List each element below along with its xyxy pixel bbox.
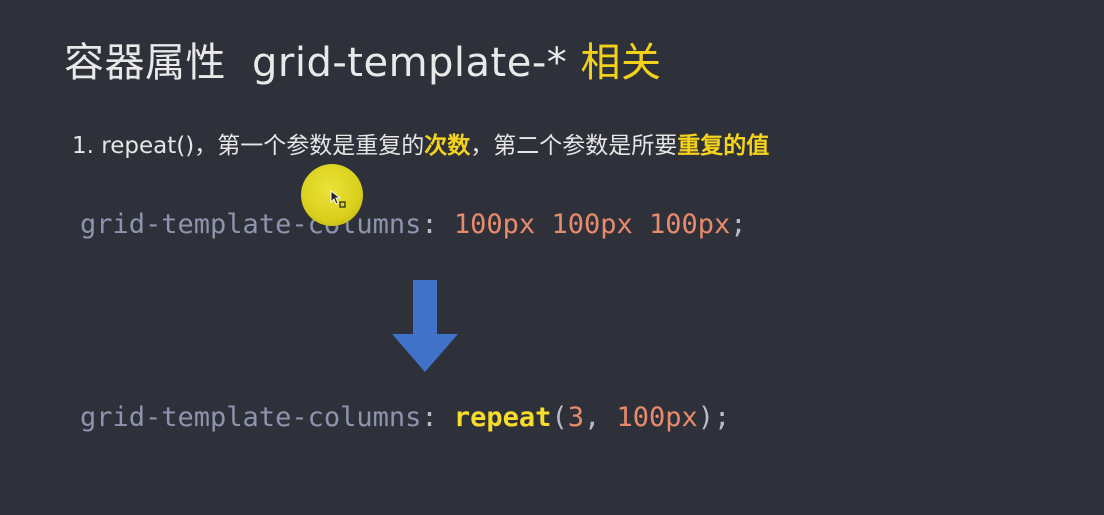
code-before-value-2: 100px [551, 209, 633, 240]
code-after-open-paren: ( [551, 402, 568, 433]
title-highlight: 相关 [580, 40, 662, 86]
slide: 容器属性 grid-template-* 相关 1. repeat()，第一个参数… [0, 0, 1104, 515]
arrow-down-icon [392, 280, 458, 372]
point-text-b: 第一个参数是重复的 [217, 133, 425, 159]
code-before-semicolon: ; [730, 209, 747, 240]
mouse-pointer-icon [330, 190, 346, 208]
bullet-point-1: 1. repeat()，第一个参数是重复的次数，第二个参数是所要重复的值 [72, 126, 769, 160]
code-after: grid-template-columns: repeat(3, 100px); [80, 402, 730, 433]
code-after-comma: , [583, 402, 617, 433]
code-before-colon: : [421, 209, 454, 240]
title-prefix: 容器属性 [64, 40, 226, 86]
point-strong-count: 次数 [424, 133, 471, 159]
point-text-c: ，第二个参数是所要 [470, 133, 678, 159]
point-text-a: repeat()， [93, 133, 218, 159]
slide-title: 容器属性 grid-template-* 相关 [64, 30, 662, 88]
code-before-value-3: 100px [648, 209, 731, 240]
code-after-count: 3 [567, 402, 584, 433]
title-code: grid-template-* [252, 40, 568, 86]
code-after-property: grid-template-columns [80, 402, 422, 433]
point-number: 1. [72, 133, 94, 159]
code-after-close: ); [697, 402, 731, 433]
code-after-function: repeat [453, 402, 552, 433]
code-after-value: 100px [616, 402, 698, 433]
code-before-value-1: 100px [453, 209, 536, 240]
code-after-colon: : [421, 402, 454, 433]
point-strong-value: 重复的值 [677, 133, 770, 159]
code-before-property: grid-template-columns [80, 209, 422, 240]
code-before: grid-template-columns: 100px 100px 100px… [80, 209, 747, 240]
